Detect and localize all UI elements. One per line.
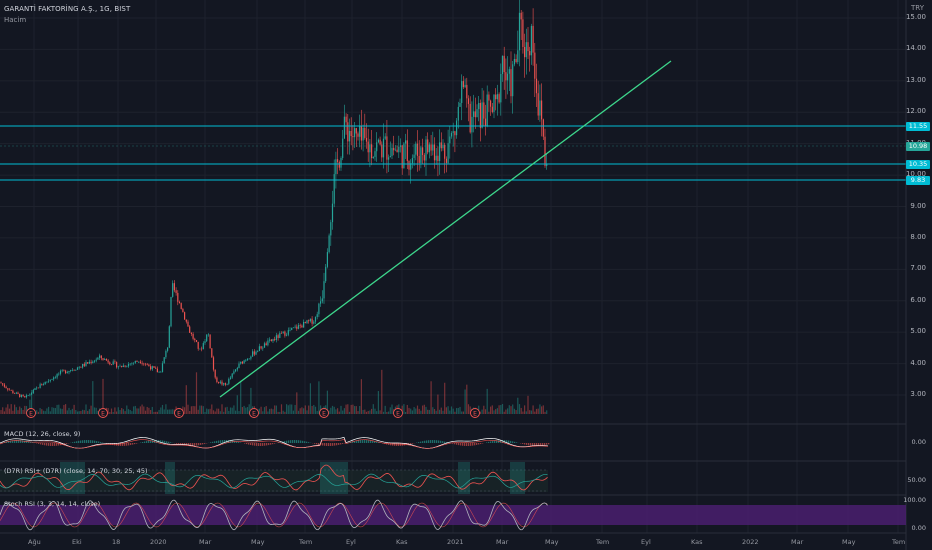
rsi-label[interactable]: (D7R) RSI+ (D7R) (close, 14, 70, 30, 25,… — [4, 467, 148, 475]
time-axis-label: Mar — [496, 538, 509, 546]
rsi-axis-50: 50.00 — [907, 476, 926, 484]
macd-label[interactable]: MACD (12, 26, close, 9) — [4, 430, 80, 438]
time-axis-label: Eyl — [641, 538, 651, 546]
time-axis-label: Mar — [199, 538, 212, 546]
time-axis-label: 2020 — [150, 538, 167, 546]
symbol-title[interactable]: GARANTİ FAKTORİNG A.Ş., 1G, BIST — [4, 5, 130, 13]
price-axis-label: 6.00 — [910, 295, 926, 304]
price-axis-label: 8.00 — [910, 232, 926, 241]
price-axis-label: 15.00 — [905, 13, 926, 21]
price-axis-label: 9.00 — [910, 201, 926, 210]
price-axis-label: 3.00 — [910, 390, 926, 398]
time-axis-label: 2021 — [447, 538, 464, 546]
time-axis-label: 2022 — [742, 538, 759, 546]
time-axis-label: May — [251, 538, 265, 546]
time-axis-label: Tem — [892, 538, 906, 546]
svg-text:E: E — [101, 411, 105, 418]
svg-text:E: E — [177, 411, 181, 418]
svg-text:E: E — [473, 411, 477, 418]
price-tag: 9.83 — [906, 176, 930, 185]
stoch-band — [0, 505, 906, 525]
volume-label[interactable]: Hacim — [4, 16, 26, 24]
currency-label: TRY — [911, 4, 924, 12]
time-axis-label: Kas — [396, 538, 408, 546]
svg-text:E: E — [322, 411, 326, 418]
stoch-label[interactable]: Stoch RSI (3, 3, 14, 14, close) — [4, 500, 100, 508]
stoch-axis-100: 100.00 — [903, 496, 926, 504]
time-axis-label: Eki — [72, 538, 82, 546]
price-tag: 10.35 — [906, 160, 930, 169]
time-axis-label: Ağu — [28, 538, 41, 546]
time-axis-label: May — [545, 538, 559, 546]
price-axis-label: 4.00 — [910, 358, 926, 367]
price-tag: 10.98 — [906, 142, 930, 151]
macd-axis-zero: 0.00 — [911, 438, 926, 446]
time-axis-label: 18 — [112, 538, 121, 546]
trend-line[interactable] — [219, 60, 672, 398]
time-axis-label: Tem — [596, 538, 610, 546]
price-axis-label: 14.00 — [905, 44, 926, 53]
svg-text:E: E — [29, 411, 33, 418]
time-axis-label: Eyl — [346, 538, 356, 546]
price-axis-label: 13.00 — [905, 75, 926, 84]
time-axis-label: Mar — [791, 538, 804, 546]
time-axis-label: Tem — [299, 538, 313, 546]
time-axis-label: Kas — [691, 538, 703, 546]
price-axis-label: 5.00 — [910, 327, 926, 336]
svg-text:E: E — [252, 411, 256, 418]
price-tag: 11.55 — [906, 122, 930, 131]
time-axis-label: May — [842, 538, 856, 546]
price-axis-label: 12.00 — [905, 107, 926, 116]
price-axis-label: 7.00 — [910, 264, 926, 273]
stoch-axis-0: 0.00 — [911, 524, 926, 532]
svg-text:E: E — [396, 411, 400, 418]
